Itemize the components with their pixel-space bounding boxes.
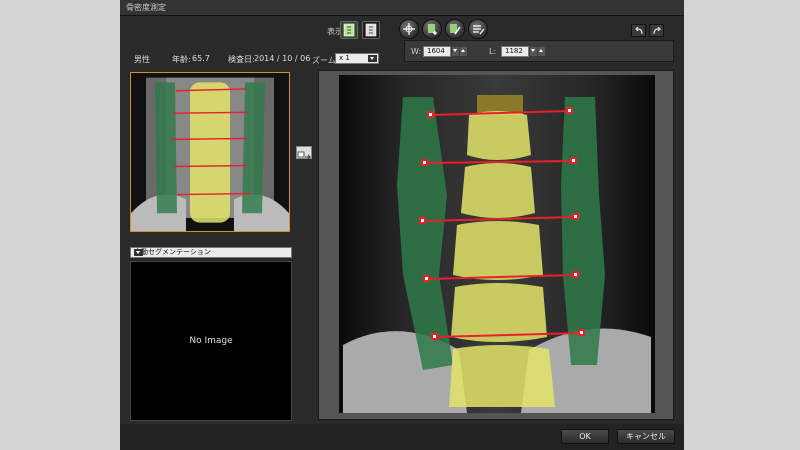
bone-density-window: 骨密度測定 表示: 男性 年齢: 65.7 検査日: 2014 / 10 / 0… (120, 0, 684, 450)
patient-age-label: 年齢: (172, 55, 191, 64)
crosshair-icon (403, 23, 415, 35)
ok-button[interactable]: OK (561, 429, 609, 444)
title-bar: 骨密度測定 (120, 0, 684, 16)
chevron-down-icon (368, 55, 377, 62)
list-edit-icon (473, 25, 485, 35)
display-mode-1-icon (343, 23, 355, 37)
secondary-image-panel: No Image (130, 261, 292, 421)
thumbnail-panel[interactable] (130, 72, 290, 232)
zoom-select[interactable]: x 1 (335, 53, 379, 64)
window-title: 骨密度測定 (126, 3, 166, 12)
cancel-button[interactable]: キャンセル (617, 429, 675, 444)
chevron-down-icon (134, 249, 143, 256)
w-input[interactable]: 1604 (423, 46, 451, 57)
add-roi-icon (428, 24, 437, 35)
w-value: 1604 (427, 47, 445, 55)
main-image-panel (318, 70, 674, 420)
patient-gender: 男性 (134, 55, 150, 64)
segmentation-select[interactable]: 自動セグメンテーション (130, 247, 292, 258)
exam-date-label: 検査日: (228, 55, 255, 64)
redo-icon (653, 27, 661, 35)
undo-button[interactable] (631, 24, 646, 37)
crosshair-button[interactable] (399, 19, 419, 39)
l-decrement-button[interactable] (530, 47, 537, 56)
segmentation-value: 自動セグメンテーション (134, 248, 211, 256)
l-increment-button[interactable] (538, 47, 545, 56)
window-level-bar: W: 1604 L: 1182 (404, 40, 674, 62)
edit-roi-button[interactable] (445, 19, 465, 39)
redo-button[interactable] (649, 24, 664, 37)
l-label: L: (489, 47, 497, 56)
w-decrement-button[interactable] (452, 47, 459, 56)
no-image-text: No Image (189, 336, 233, 346)
display-mode-2-icon (365, 23, 377, 37)
edit-roi-icon (450, 24, 461, 35)
zoom-value: x 1 (339, 54, 350, 62)
add-roi-button[interactable] (422, 19, 442, 39)
undo-icon (635, 27, 643, 35)
transfer-button[interactable] (296, 146, 312, 160)
l-value: 1182 (505, 47, 523, 55)
transfer-icon (297, 151, 311, 160)
list-edit-button[interactable] (468, 19, 488, 39)
thumbnail-xray-image (131, 73, 289, 231)
w-label: W: (411, 47, 422, 56)
main-xray-image (339, 75, 655, 413)
main-image-viewport[interactable] (339, 75, 655, 413)
l-input[interactable]: 1182 (501, 46, 529, 57)
patient-age: 65.7 (192, 54, 210, 63)
exam-date: 2014 / 10 / 06 (254, 54, 311, 63)
display-mode-1-button[interactable] (340, 21, 358, 39)
w-increment-button[interactable] (460, 47, 467, 56)
display-mode-2-button[interactable] (362, 21, 380, 39)
